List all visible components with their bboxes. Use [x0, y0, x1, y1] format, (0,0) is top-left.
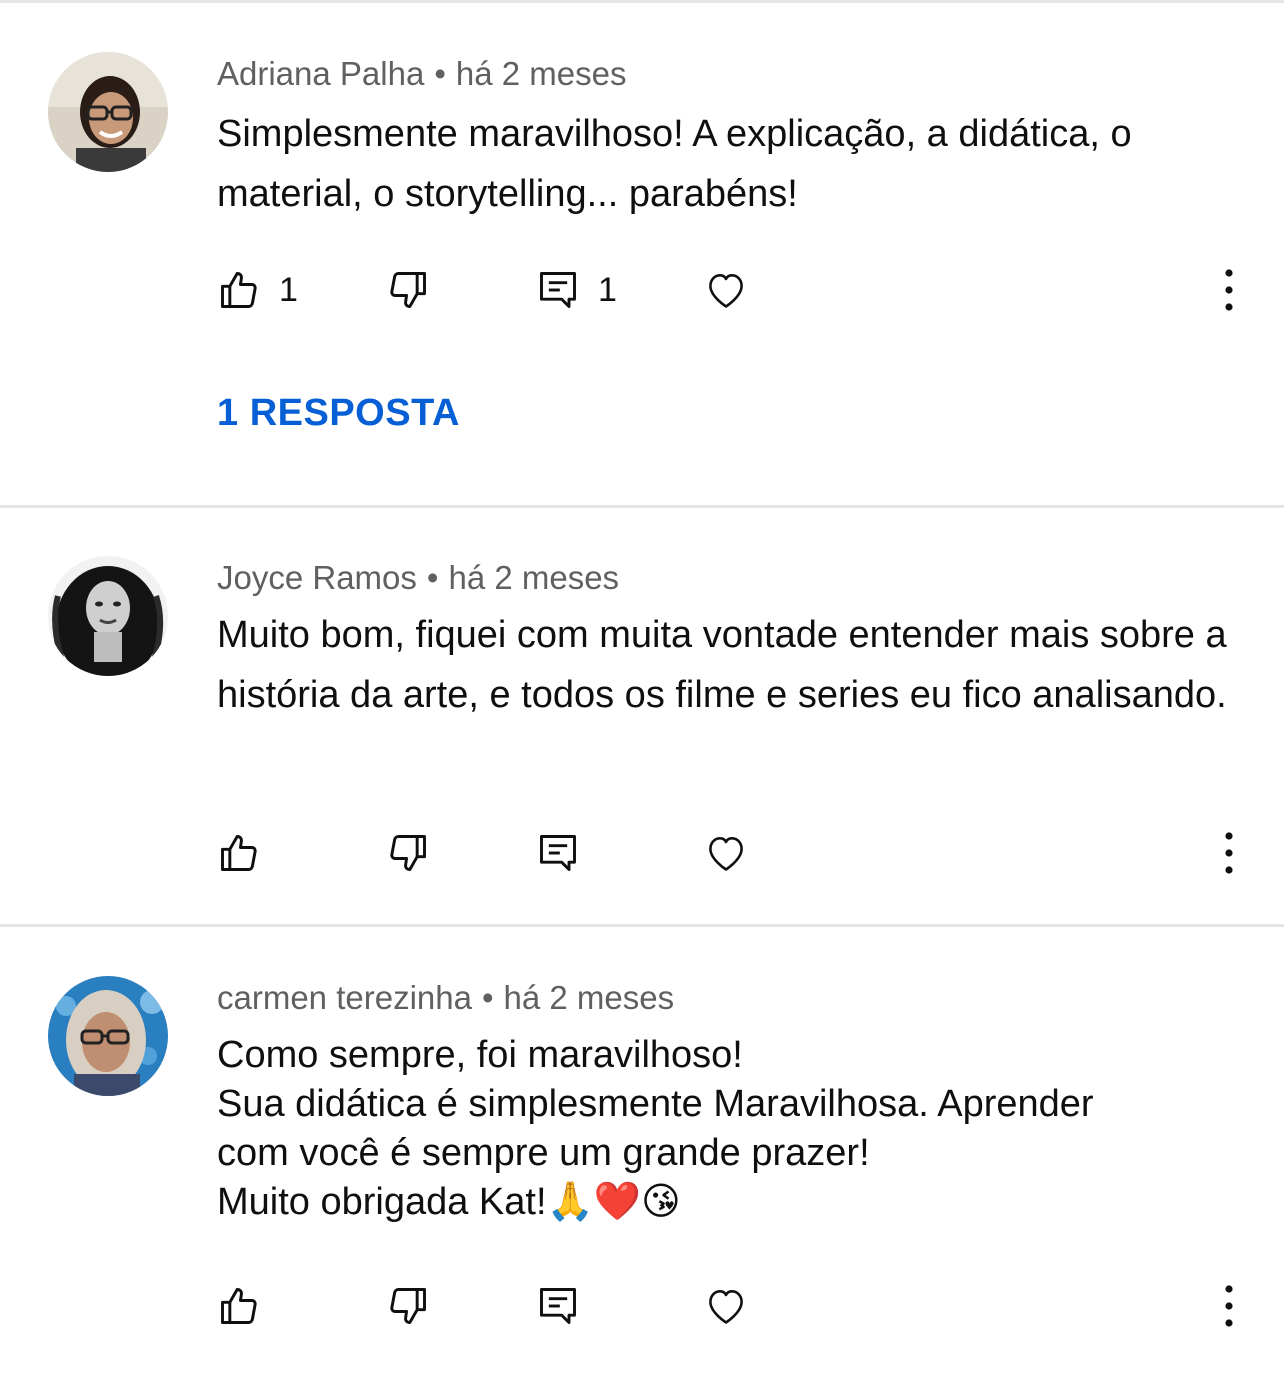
like-button[interactable]	[217, 1276, 261, 1336]
reply-comment-icon	[540, 835, 576, 871]
more-options-button[interactable]	[1214, 1282, 1244, 1330]
more-options-button[interactable]	[1214, 829, 1244, 877]
thumbs-up-icon	[221, 835, 257, 871]
author-name[interactable]: carmen terezinha	[217, 979, 472, 1016]
comment-text: Simplesmente maravilhoso! A explicação, …	[217, 113, 1132, 215]
heart-button[interactable]	[704, 823, 748, 883]
comment-actions: 1 1	[0, 260, 1284, 320]
comment-text-line: com você é sempre um grande prazer!	[217, 1132, 870, 1174]
comment-meta: carmen terezinha • há 2 meses	[217, 976, 674, 1020]
author-name[interactable]: Joyce Ramos	[217, 559, 417, 596]
heart-icon	[709, 274, 743, 308]
heart-button[interactable]	[704, 1276, 748, 1336]
reply-count: 1	[598, 270, 617, 309]
dislike-button[interactable]	[386, 823, 430, 883]
comment-actions	[0, 823, 1284, 883]
thumbs-down-icon	[390, 835, 426, 871]
view-replies-link[interactable]: 1 RESPOSTA	[217, 392, 460, 435]
heart-button[interactable]	[704, 260, 748, 320]
thumbs-down-icon	[390, 1288, 426, 1324]
comment-text-line: Como sempre, foi maravilhoso!	[217, 1034, 743, 1076]
divider-top	[0, 0, 1284, 3]
divider-1	[0, 505, 1284, 508]
comment-meta: Adriana Palha • há 2 meses	[217, 52, 626, 96]
reply-button[interactable]	[536, 1276, 580, 1336]
thumbs-up-icon	[221, 1288, 257, 1324]
more-vertical-icon	[1225, 1285, 1233, 1327]
comment-text: Como sempre, foi maravilhoso! Sua didáti…	[217, 1031, 1247, 1227]
author-name[interactable]: Adriana Palha	[217, 55, 424, 92]
meta-separator: •	[481, 979, 494, 1016]
reply-button[interactable]	[536, 823, 580, 883]
dislike-button[interactable]	[386, 260, 430, 320]
avatar-image-carmen	[48, 976, 168, 1096]
more-vertical-icon	[1225, 269, 1233, 311]
reply-button[interactable]: 1	[536, 260, 617, 320]
like-count: 1	[279, 270, 298, 309]
comment-text-line: Sua didática é simplesmente Maravilhosa.…	[217, 1083, 1094, 1125]
avatar[interactable]	[48, 556, 168, 676]
more-vertical-icon	[1225, 832, 1233, 874]
avatar-image-adriana	[48, 52, 168, 172]
thumbs-down-icon	[390, 272, 426, 308]
comment-text: Muito bom, fiquei com muita vontade ente…	[217, 614, 1227, 716]
dislike-button[interactable]	[386, 1276, 430, 1336]
more-options-button[interactable]	[1214, 266, 1244, 314]
thumbs-up-icon	[221, 272, 257, 308]
reply-comment-icon	[540, 1288, 576, 1324]
meta-separator: •	[426, 559, 439, 596]
comment-actions	[0, 1276, 1284, 1336]
divider-2	[0, 924, 1284, 927]
comment-text-line: Muito obrigada Kat!🙏❤️😘	[217, 1181, 681, 1223]
meta-separator: •	[434, 55, 446, 92]
reply-comment-icon	[540, 272, 576, 308]
heart-icon	[709, 1290, 743, 1324]
comment-meta: Joyce Ramos • há 2 meses	[217, 556, 619, 600]
heart-icon	[709, 837, 743, 871]
avatar[interactable]	[48, 976, 168, 1096]
comment-time[interactable]: há 2 meses	[456, 55, 627, 92]
comment-time[interactable]: há 2 meses	[448, 559, 619, 596]
avatar[interactable]	[48, 52, 168, 172]
avatar-image-joyce	[48, 556, 168, 676]
like-button[interactable]: 1	[217, 260, 298, 320]
comment-time[interactable]: há 2 meses	[504, 979, 675, 1016]
like-button[interactable]	[217, 823, 261, 883]
